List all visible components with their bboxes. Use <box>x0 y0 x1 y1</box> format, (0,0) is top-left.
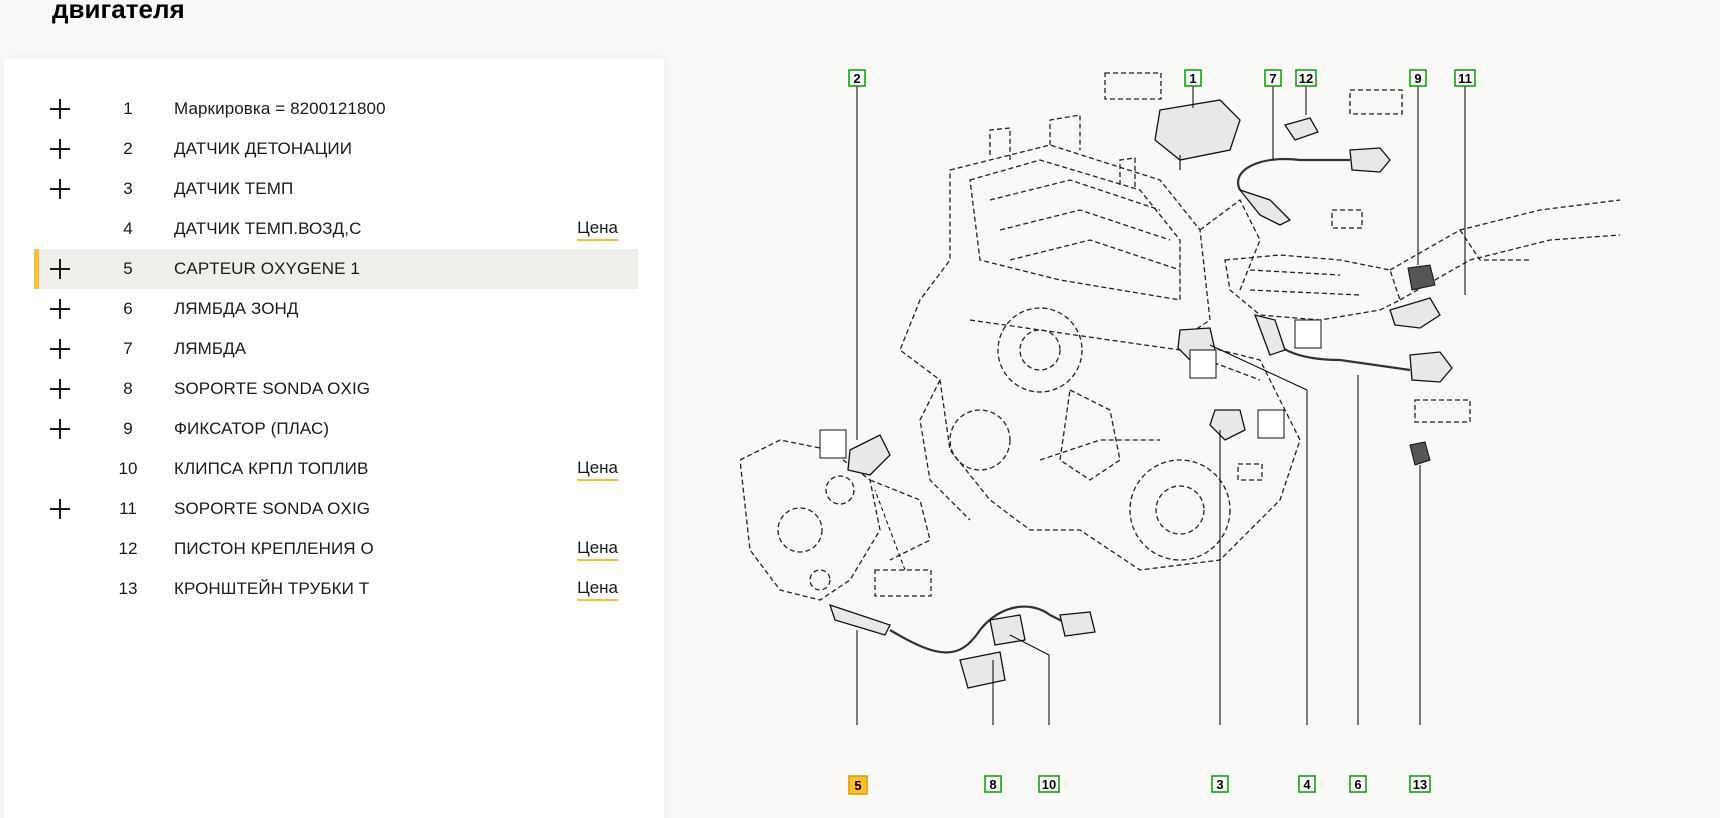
part-number: 8 <box>123 379 133 398</box>
part-row[interactable]: 1 Маркировка = 8200121800 <box>34 89 638 129</box>
price-link[interactable]: Цена <box>577 218 618 241</box>
part-number: 2 <box>123 139 133 158</box>
callout-12[interactable]: 12 <box>1295 69 1317 87</box>
part-row[interactable]: 4 ДАТЧИК ТЕМП.ВОЗД,С Цена <box>34 209 638 249</box>
expand-plus-icon[interactable] <box>48 377 72 401</box>
part-name: ЛЯМБДА <box>174 339 247 358</box>
part-name: SOPORTE SONDA OXIG <box>174 379 371 398</box>
svg-text:5: 5 <box>854 778 861 793</box>
part-name: CAPTEUR OXYGENE 1 <box>174 259 360 278</box>
expand-plus-icon[interactable] <box>48 177 72 201</box>
svg-text:1: 1 <box>1189 71 1196 86</box>
part-name: ДАТЧИК ТЕМП.ВОЗД,С <box>174 219 362 238</box>
part-row[interactable]: 9 ФИКСАТОР (ПЛАС) <box>34 409 638 449</box>
part-name: ДАТЧИК ТЕМП <box>174 179 294 198</box>
part-1-sensor-illustration <box>1104 72 1241 170</box>
part-row[interactable]: 12 ПИСТОН КРЕПЛЕНИЯ О Цена <box>34 529 638 569</box>
expand-plus-icon[interactable] <box>48 497 72 521</box>
part-row[interactable]: 8 SOPORTE SONDA OXIG <box>34 369 638 409</box>
part-number: 9 <box>123 419 133 438</box>
lambda-sensor-5-illustration <box>828 603 1096 725</box>
part-number: 1 <box>123 99 133 118</box>
part-number: 4 <box>123 219 133 238</box>
callout-6[interactable]: 6 <box>1349 775 1367 793</box>
callout-11[interactable]: 11 <box>1454 69 1476 87</box>
svg-text:4: 4 <box>1303 777 1311 792</box>
callout-7[interactable]: 7 <box>1264 69 1282 87</box>
part-number: 7 <box>123 339 133 358</box>
part-row[interactable]: 2 ДАТЧИК ДЕТОНАЦИИ <box>34 129 638 169</box>
price-link[interactable]: Цена <box>577 458 618 481</box>
svg-text:2: 2 <box>853 71 860 86</box>
callout-13[interactable]: 13 <box>1409 775 1431 793</box>
expand-plus-icon[interactable] <box>48 137 72 161</box>
part-number: 3 <box>123 179 133 198</box>
part-3-temp-sensor-illustration <box>1209 409 1285 725</box>
part-number: 6 <box>123 299 133 318</box>
part-2-knock-sensor-illustration <box>819 85 932 597</box>
page-title: двигателя <box>52 0 185 24</box>
callout-4[interactable]: 4 <box>1298 775 1316 793</box>
svg-text:3: 3 <box>1216 777 1223 792</box>
part-number: 5 <box>123 259 133 278</box>
part-number: 12 <box>118 539 138 558</box>
expand-plus-icon[interactable] <box>48 257 72 281</box>
part-row[interactable]: 11 SOPORTE SONDA OXIG <box>34 489 638 529</box>
part-row[interactable]: 10 КЛИПСА КРПЛ ТОПЛИВ Цена <box>34 449 638 489</box>
callout-10[interactable]: 10 <box>1038 775 1060 793</box>
part-number: 10 <box>118 459 138 478</box>
callout-8[interactable]: 8 <box>984 775 1002 793</box>
part-name: КЛИПСА КРПЛ ТОПЛИВ <box>174 459 369 478</box>
svg-text:12: 12 <box>1299 71 1313 86</box>
lambda-sensor-7-illustration <box>1237 85 1403 229</box>
part-name: ПИСТОН КРЕПЛЕНИЯ О <box>174 539 374 558</box>
part-name: КРОНШТЕЙН ТРУБКИ Т <box>174 579 370 598</box>
part-row[interactable]: 3 ДАТЧИК ТЕМП <box>34 169 638 209</box>
part-name: ФИКСАТОР (ПЛАС) <box>174 419 330 438</box>
parts-panel: 1 Маркировка = 8200121800 2 ДАТЧИК ДЕТОНАЦИ… <box>4 59 664 818</box>
part-row[interactable]: 6 ЛЯМБДА ЗОНД <box>34 289 638 329</box>
part-row[interactable]: 7 ЛЯМБДА <box>34 329 638 369</box>
part-name: SOPORTE SONDA OXIG <box>174 499 371 518</box>
callout-5[interactable]: 5 <box>848 775 868 795</box>
svg-text:9: 9 <box>1414 71 1421 86</box>
svg-text:10: 10 <box>1042 777 1056 792</box>
callout-3[interactable]: 3 <box>1211 775 1229 793</box>
part-row[interactable]: 5 CAPTEUR OXYGENE 1 <box>34 249 638 289</box>
price-link[interactable]: Цена <box>577 538 618 561</box>
diagram-svg: 2 1 7 12 9 11 5 8 10 3 4 6 13 <box>739 69 1621 795</box>
svg-text:6: 6 <box>1354 777 1361 792</box>
part-row[interactable]: 13 КРОНШТЕЙН ТРУБКИ Т Цена <box>34 569 638 609</box>
callout-9[interactable]: 9 <box>1409 69 1427 87</box>
svg-text:13: 13 <box>1413 777 1427 792</box>
parts-list: 1 Маркировка = 8200121800 2 ДАТЧИК ДЕТОНАЦИ… <box>34 89 638 609</box>
part-name: ЛЯМБДА ЗОНД <box>174 299 299 318</box>
expand-plus-icon[interactable] <box>48 297 72 321</box>
engine-block-illustration <box>899 114 1301 571</box>
parts-diagram: 2 1 7 12 9 11 5 8 10 3 4 6 13 <box>739 60 1640 818</box>
part-name: Маркировка = 8200121800 <box>174 99 386 118</box>
part-number: 13 <box>118 579 138 598</box>
callout-1[interactable]: 1 <box>1184 69 1202 87</box>
svg-text:8: 8 <box>989 777 996 792</box>
part-number: 11 <box>119 499 137 518</box>
expand-plus-icon[interactable] <box>48 97 72 121</box>
part-name: ДАТЧИК ДЕТОНАЦИИ <box>174 139 353 158</box>
expand-plus-icon[interactable] <box>48 337 72 361</box>
clip-13-illustration <box>1409 441 1431 725</box>
svg-text:11: 11 <box>1458 71 1472 86</box>
svg-text:7: 7 <box>1269 71 1276 86</box>
clip-9-illustration <box>1407 85 1436 291</box>
lambda-sensor-6-illustration <box>1253 314 1471 725</box>
callout-2[interactable]: 2 <box>848 69 866 87</box>
price-link[interactable]: Цена <box>577 578 618 601</box>
expand-plus-icon[interactable] <box>48 417 72 441</box>
bracket-11-illustration <box>1389 85 1466 329</box>
exhaust-manifold-illustration <box>739 439 931 601</box>
